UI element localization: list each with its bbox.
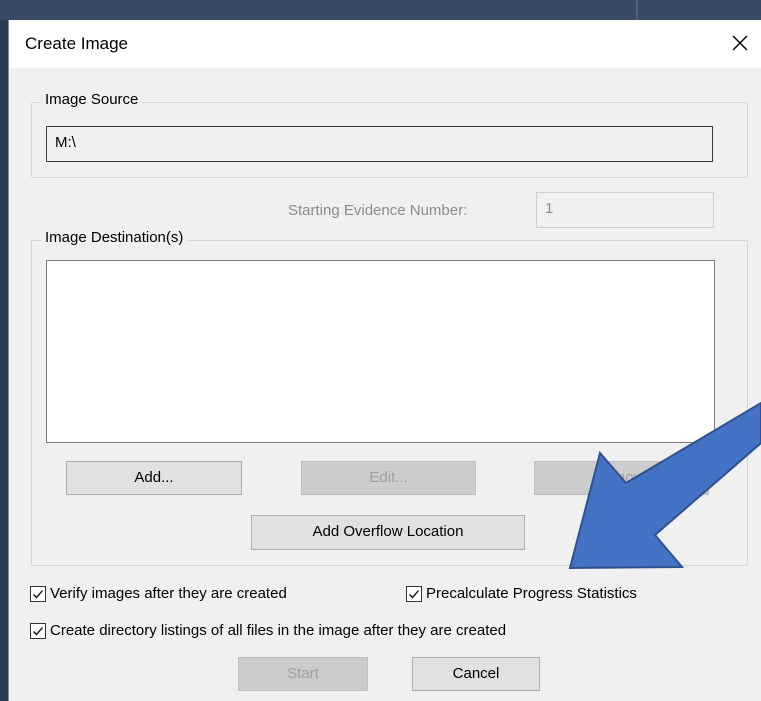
precalculate-progress-label: Precalculate Progress Statistics bbox=[426, 585, 637, 602]
dialog-title: Create Image bbox=[25, 34, 128, 53]
verify-images-checkbox-box[interactable] bbox=[30, 585, 46, 602]
background-window-seam bbox=[636, 0, 638, 20]
image-destinations-list[interactable] bbox=[46, 260, 715, 443]
verify-images-label: Verify images after they are created bbox=[50, 585, 287, 602]
image-destinations-group-label: Image Destination(s) bbox=[41, 229, 188, 246]
start-button[interactable]: Start bbox=[238, 657, 368, 691]
edit-destination-button[interactable]: Edit... bbox=[301, 461, 476, 495]
add-overflow-location-button[interactable]: Add Overflow Location bbox=[251, 515, 525, 550]
verify-images-checkbox[interactable]: Verify images after they are created bbox=[30, 585, 287, 602]
create-image-dialog: Create Image Image Source M:\ Starting E… bbox=[8, 20, 761, 701]
starting-evidence-number-field[interactable]: 1 bbox=[536, 192, 714, 228]
close-icon bbox=[732, 35, 748, 51]
checkmark-icon bbox=[33, 626, 43, 635]
checkmark-icon bbox=[409, 589, 419, 598]
add-destination-button[interactable]: Add... bbox=[66, 461, 242, 495]
checkmark-icon bbox=[33, 589, 43, 598]
background-window-strip bbox=[0, 0, 761, 20]
remove-destination-button[interactable]: Remove bbox=[534, 461, 709, 495]
starting-evidence-number-label: Starting Evidence Number: bbox=[288, 202, 468, 219]
close-button[interactable] bbox=[722, 26, 758, 60]
cancel-button[interactable]: Cancel bbox=[412, 657, 540, 691]
precalculate-progress-checkbox[interactable]: Precalculate Progress Statistics bbox=[406, 585, 637, 602]
create-directory-listings-checkbox[interactable]: Create directory listings of all files i… bbox=[30, 622, 506, 639]
image-source-group-label: Image Source bbox=[41, 91, 143, 108]
create-directory-listings-checkbox-box[interactable] bbox=[30, 622, 46, 639]
precalculate-progress-checkbox-box[interactable] bbox=[406, 585, 422, 602]
create-directory-listings-label: Create directory listings of all files i… bbox=[50, 622, 507, 639]
title-bar: Create Image bbox=[9, 20, 761, 68]
image-source-field[interactable]: M:\ bbox=[46, 126, 713, 162]
